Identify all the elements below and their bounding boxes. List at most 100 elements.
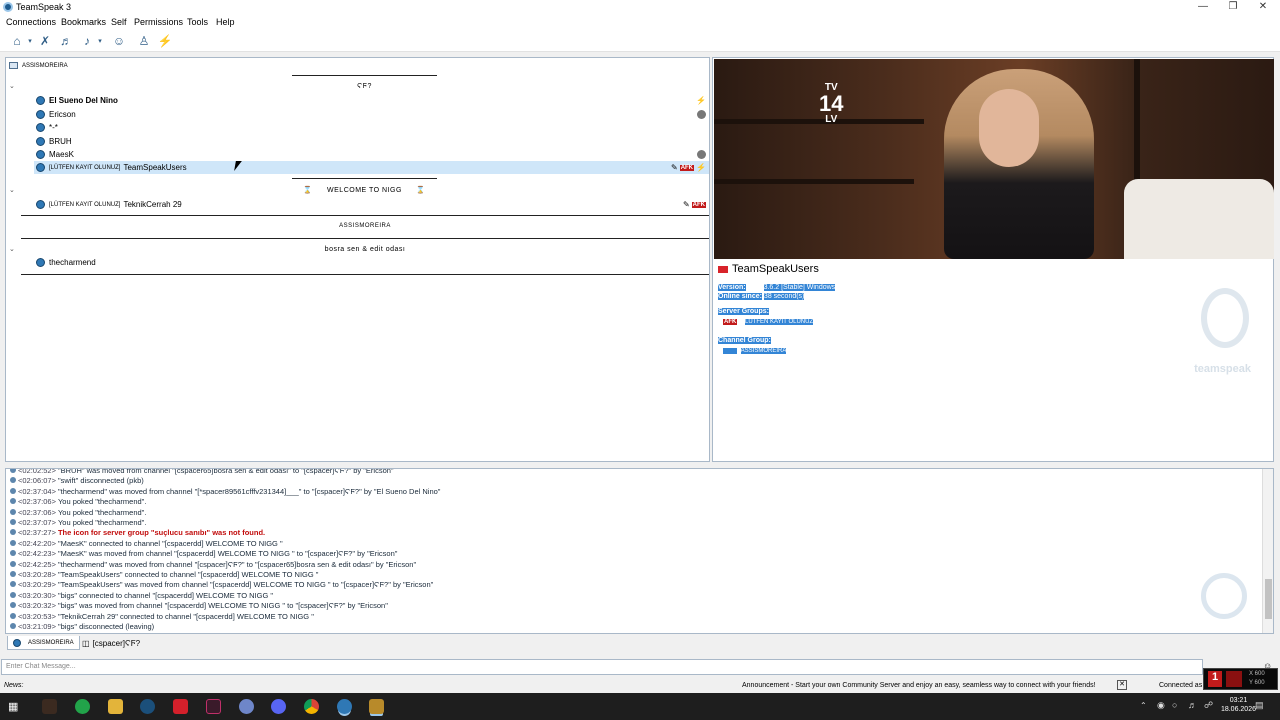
client-name: El Sueno Del Nino [49, 96, 118, 105]
client-group-tag: [LÜTFEN KAYIT OLUNUZ] [49, 201, 121, 208]
chat-input[interactable]: Enter Chat Message... [1, 659, 1203, 675]
close-button[interactable]: ✕ [1252, 1, 1274, 12]
chat-text: "thecharmend" was moved from channel "[c… [57, 559, 417, 569]
server-entry[interactable]: ASSISMOREIRA [9, 62, 68, 69]
headset-icon[interactable]: ○ [1172, 700, 1177, 710]
collapse-arrow-icon[interactable]: ⌄ [9, 186, 15, 194]
overlay-widget: 1 X 600 Y 600 [1203, 668, 1278, 690]
away-icon: ⚡ [696, 163, 706, 172]
info-icon [10, 498, 16, 505]
chevron-down-icon[interactable]: ▾ [26, 33, 34, 49]
menu-help[interactable]: Help [216, 17, 235, 27]
client-entry[interactable]: Ericson [36, 108, 76, 121]
chevron-up-icon[interactable]: ⌃ [1140, 701, 1147, 710]
collapse-arrow-icon[interactable]: ⌄ [9, 82, 15, 90]
emoji-icon [697, 150, 706, 159]
spacer-line [292, 75, 437, 76]
client-name: MaesK [49, 150, 74, 159]
chat-line: <02:37:07> You poked "thecharmend". [10, 518, 146, 528]
menu-permissions[interactable]: Permissions [134, 17, 183, 27]
menu-bookmarks[interactable]: Bookmarks [61, 17, 106, 27]
channel-bosra[interactable]: bosra sen & edit odası [21, 246, 709, 253]
spacer-channel[interactable]: ⌛ WELCOME TO NIGG ⌛ [292, 186, 437, 194]
chat-line: <02:42:20> "MaesK" connected to channel "… [10, 539, 283, 549]
chat-scrollbar[interactable] [1262, 469, 1273, 633]
spacer-label: WELCOME TO NIGG [327, 187, 402, 194]
client-entry[interactable]: thecharmend [36, 256, 96, 269]
chat-text: "MaesK" was moved from channel "[cspacer… [57, 549, 398, 559]
app-icon[interactable] [42, 699, 57, 714]
minimize-button[interactable]: — [1192, 1, 1214, 12]
client-entry[interactable]: El Sueno Del Nino [36, 94, 118, 107]
title-bar: TeamSpeak 3 — ❐ ✕ [0, 0, 1280, 15]
chat-line: <02:37:27> The icon for server group "suç… [10, 528, 265, 538]
chat-timestamp: <02:42:20> [18, 538, 56, 548]
mic-icon[interactable]: ◉ [1157, 700, 1165, 711]
chat-timestamp: <03:21:09> [18, 622, 56, 631]
tab-channel[interactable]: ◫ [cspacer]ϚϜ? [77, 636, 145, 650]
chat-line: <03:20:28> "TeamSpeakUsers" connected to … [10, 570, 318, 580]
teamspeak-watermark-icon [1201, 573, 1247, 619]
client-entry[interactable]: *-* [36, 121, 58, 134]
tab-server[interactable]: ASSISMOREIRA [7, 636, 80, 650]
taskbar-clock[interactable]: 03:21 18.06.2026 [1221, 696, 1256, 714]
menu-connections[interactable]: Connections [6, 17, 56, 27]
menu-self[interactable]: Self [111, 17, 127, 27]
folder-icon[interactable] [108, 699, 123, 714]
info-icon [10, 469, 16, 473]
channel-group-label: Channel Group: [718, 337, 771, 344]
info-icon [10, 519, 16, 525]
collapse-arrow-icon[interactable]: ⌄ [9, 245, 15, 253]
menu-bar: Connections Bookmarks Self Permissions T… [0, 15, 1280, 30]
chat-tabs: ASSISMOREIRA ◫ [cspacer]ϚϜ? [5, 635, 1274, 651]
contacts-icon[interactable]: ♙ [136, 33, 152, 49]
volume-icon[interactable]: ♬ [1188, 700, 1197, 710]
mute-mic-icon[interactable]: ♬ [58, 33, 74, 49]
chevron-down-icon[interactable]: ▾ [96, 33, 104, 49]
chat-text: "TeknikCerrah 29" connected to channel "… [57, 611, 314, 621]
mic-muted-icon: ✎ [670, 163, 678, 172]
menu-tools[interactable]: Tools [187, 17, 208, 27]
xbox-icon[interactable] [75, 699, 90, 714]
close-icon[interactable]: ✕ [1117, 680, 1127, 690]
client-entry[interactable]: [LÜTFEN KAYIT OLUNUZ] TeknikCerrah 29 [36, 198, 182, 211]
windows-start-icon[interactable]: ▦ [8, 700, 18, 713]
client-entry-selected[interactable]: [LÜTFEN KAYIT OLUNUZ] TeamSpeakUsers [36, 161, 187, 174]
overlay-y: Y 600 [1249, 680, 1265, 686]
overlay-x: X 600 [1249, 671, 1265, 677]
clock-date: 18.06.2026 [1220, 706, 1256, 714]
app-icon[interactable] [369, 699, 384, 714]
hotkeys-icon[interactable]: ⚡ [157, 33, 173, 49]
mute-speakers-icon[interactable]: ♪ [79, 33, 95, 49]
client-entry[interactable]: MaesK [36, 148, 74, 161]
chrome-icon[interactable] [304, 699, 319, 714]
disconnect-icon[interactable]: ✗ [37, 33, 53, 49]
client-status-icon [36, 123, 45, 132]
chat-line: <02:37:04> "thecharmend" was moved from c… [10, 487, 440, 497]
tv-logo-line3: LV [825, 114, 838, 125]
away-icon[interactable]: ☺ [111, 33, 127, 49]
tv-channel-logo: TV 14 LV [819, 83, 843, 125]
client-entry[interactable]: BRUH [36, 135, 72, 148]
network-icon[interactable]: ☍ [1204, 700, 1213, 711]
chat-text: "TeamSpeakUsers" was moved from channel … [57, 580, 434, 590]
steam-icon[interactable] [140, 699, 155, 714]
info-icon [10, 591, 16, 598]
discord-icon[interactable] [271, 699, 286, 714]
app-icon[interactable] [173, 699, 188, 714]
notifications-icon[interactable]: ▤ [1255, 700, 1264, 711]
client-status-icon [36, 200, 45, 209]
info-icon [10, 602, 16, 609]
app-icon[interactable] [239, 699, 254, 714]
online-value: 38 second(s) [763, 293, 805, 300]
restore-button[interactable]: ❐ [1222, 1, 1244, 12]
scroll-thumb[interactable] [1265, 579, 1272, 619]
chat-text: "TeamSpeakUsers" connected to channel "[… [57, 570, 319, 579]
server-groups-row: Server Groups: [718, 308, 769, 315]
teamspeak-logo-icon [3, 2, 13, 12]
spacer-channel[interactable]: ϚϜ? [292, 83, 437, 90]
app-icon[interactable] [206, 699, 221, 714]
connect-icon[interactable]: ⌂ [9, 33, 25, 49]
spacer-channel[interactable]: ASSISMOREIRA [21, 223, 709, 229]
teamspeak-icon[interactable] [337, 699, 352, 714]
